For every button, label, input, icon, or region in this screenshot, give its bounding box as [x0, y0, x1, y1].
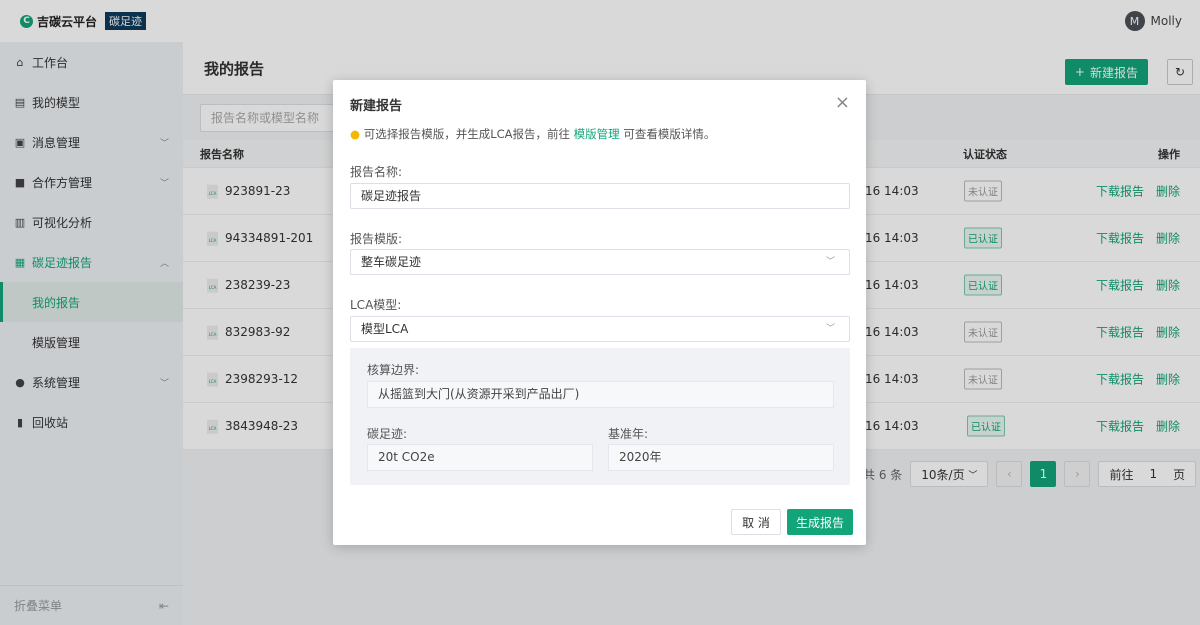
template-select[interactable]: 整车碳足迹 ﹀ — [350, 249, 850, 275]
template-value: 整车碳足迹 — [361, 255, 422, 269]
boundary-label: 核算边界: — [367, 363, 420, 377]
report-name-input[interactable]: 碳足迹报告 — [350, 183, 850, 209]
model-value: 模型LCA — [361, 322, 409, 336]
template-manage-link[interactable]: 模版管理 — [574, 127, 620, 141]
lightbulb-icon: ● — [350, 127, 361, 141]
footprint-value: 20t CO2e — [367, 444, 593, 471]
generate-report-button[interactable]: 生成报告 — [787, 509, 853, 535]
chevron-down-icon: ﹀ — [825, 324, 835, 334]
chevron-down-icon: ﹀ — [825, 257, 835, 267]
dialog-title: 新建报告 — [350, 99, 403, 114]
base-year-label: 基准年: — [608, 427, 649, 441]
base-year-value: 2020年 — [608, 444, 834, 471]
tip-before: 可选择报告模版，并生成LCA报告，前往 — [363, 127, 571, 141]
cancel-button[interactable]: 取 消 — [731, 509, 781, 535]
close-icon[interactable]: × — [835, 92, 850, 113]
new-report-dialog: 新建报告 × ● 可选择报告模版，并生成LCA报告，前往 模版管理 可查看模版详… — [333, 80, 866, 545]
footprint-label: 碳足迹: — [367, 427, 408, 441]
model-info-panel: 核算边界: 从摇篮到大门(从资源开采到产品出厂) 碳足迹: 20t CO2e 基… — [350, 348, 850, 485]
lca-model-select[interactable]: 模型LCA ﹀ — [350, 316, 850, 342]
lca-model-label: LCA模型: — [350, 298, 402, 312]
tip-text: ● 可选择报告模版，并生成LCA报告，前往 模版管理 可查看模版详情。 — [350, 126, 715, 142]
report-name-label: 报告名称: — [350, 165, 403, 179]
template-label: 报告模版: — [350, 232, 403, 246]
tip-after: 可查看模版详情。 — [623, 127, 716, 141]
boundary-value: 从摇篮到大门(从资源开采到产品出厂) — [367, 381, 834, 408]
